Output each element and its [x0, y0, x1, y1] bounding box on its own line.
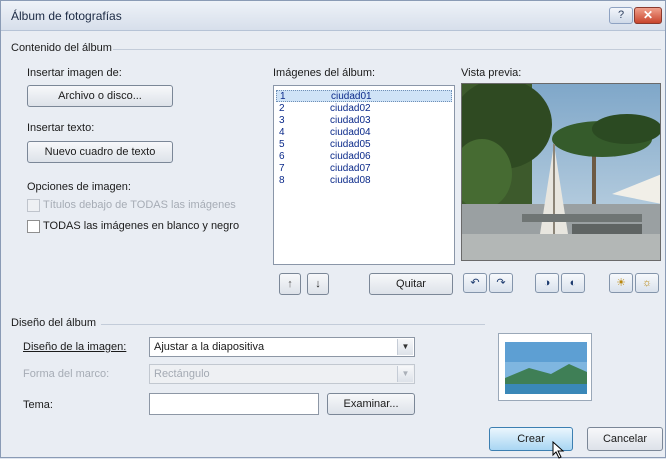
list-item[interactable]: 5 ciudad05 — [276, 139, 452, 151]
opciones-imagen-label: Opciones de imagen: — [27, 181, 131, 193]
rotate-right-icon: ↷ — [496, 277, 506, 289]
vista-previa-label: Vista previa: — [461, 67, 522, 79]
arrow-down-icon: ↓ — [315, 278, 321, 290]
title-bar[interactable]: Álbum de fotografías ? ✕ — [1, 1, 665, 31]
arrow-up-icon: ↑ — [287, 278, 293, 290]
forma-marco-value: Rectángulo — [154, 368, 210, 380]
contenido-group-divider — [113, 49, 661, 50]
archivo-o-disco-button[interactable]: Archivo o disco... — [27, 85, 173, 107]
tema-input[interactable] — [149, 393, 319, 415]
titulos-checkbox[interactable] — [27, 199, 40, 212]
cancelar-button[interactable]: Cancelar — [587, 427, 663, 451]
layout-thumbnail-image — [499, 334, 591, 400]
list-item[interactable]: 7 ciudad07 — [276, 163, 452, 175]
insertar-texto-label: Insertar texto: — [27, 122, 95, 134]
forma-marco-select[interactable]: Rectángulo ▼ — [149, 364, 415, 384]
rotate-left-button[interactable]: ↶ — [463, 273, 487, 293]
preview-image — [461, 83, 661, 261]
examinar-button[interactable]: Examinar... — [327, 393, 415, 415]
list-item[interactable]: 1 ciudad01 — [276, 90, 452, 102]
forma-marco-label: Forma del marco: — [23, 368, 110, 380]
close-button[interactable]: ✕ — [634, 7, 662, 24]
blanco-negro-checkbox-label: TODAS las imágenes en blanco y negro — [43, 220, 240, 232]
contrast-up-icon: ◑ — [543, 277, 551, 289]
list-item[interactable]: 3 ciudad03 — [276, 115, 452, 127]
diseno-imagen-value: Ajustar a la diapositiva — [154, 341, 265, 353]
window-title: Álbum de fotografías — [11, 9, 122, 23]
contenido-group-label: Contenido del álbum — [11, 42, 112, 54]
layout-thumbnail — [498, 333, 592, 401]
diseno-group-divider — [101, 324, 485, 325]
contrast-down-icon: ◐ — [569, 277, 577, 289]
close-icon: ✕ — [642, 8, 654, 22]
contrast-down-button[interactable]: ◐ — [561, 273, 585, 293]
diseno-imagen-label: Diseño de la imagen: — [23, 341, 127, 353]
move-down-button[interactable]: ↓ — [307, 273, 329, 295]
brightness-down-button[interactable]: ☼ — [635, 273, 659, 293]
album-dialog: Álbum de fotografías ? ✕ Contenido del á… — [0, 0, 666, 459]
diseno-group-label: Diseño del álbum — [11, 317, 96, 329]
titulos-checkbox-label: Títulos debajo de TODAS las imágenes — [43, 199, 236, 211]
list-item[interactable]: 4 ciudad04 — [276, 127, 452, 139]
list-item[interactable]: 6 ciudad06 — [276, 151, 452, 163]
brightness-up-button[interactable]: ☀ — [609, 273, 633, 293]
insertar-imagen-label: Insertar imagen de: — [27, 67, 122, 79]
preview-photo — [462, 84, 660, 260]
tema-label: Tema: — [23, 399, 53, 411]
imagenes-album-label: Imágenes del álbum: — [273, 67, 376, 79]
rotate-right-button[interactable]: ↷ — [489, 273, 513, 293]
list-item[interactable]: 2 ciudad02 — [276, 103, 452, 115]
blanco-negro-checkbox[interactable] — [27, 220, 40, 233]
chevron-down-icon: ▼ — [397, 339, 413, 355]
help-button[interactable]: ? — [609, 7, 633, 24]
contrast-up-button[interactable]: ◑ — [535, 273, 559, 293]
mouse-cursor-icon — [552, 441, 565, 459]
nuevo-cuadro-texto-button[interactable]: Nuevo cuadro de texto — [27, 141, 173, 163]
brightness-up-icon: ☀ — [616, 277, 626, 289]
list-item[interactable]: 8 ciudad08 — [276, 175, 452, 187]
quitar-button[interactable]: Quitar — [369, 273, 453, 295]
help-icon: ? — [617, 9, 625, 21]
rotate-left-icon: ↶ — [470, 277, 480, 289]
brightness-down-icon: ☼ — [641, 277, 653, 289]
move-up-button[interactable]: ↑ — [279, 273, 301, 295]
chevron-down-icon: ▼ — [397, 366, 413, 382]
diseno-imagen-select[interactable]: Ajustar a la diapositiva ▼ — [149, 337, 415, 357]
imagenes-list[interactable]: 1 ciudad01 2 ciudad02 3 ciudad03 4 ciudad04 … — [273, 85, 455, 265]
